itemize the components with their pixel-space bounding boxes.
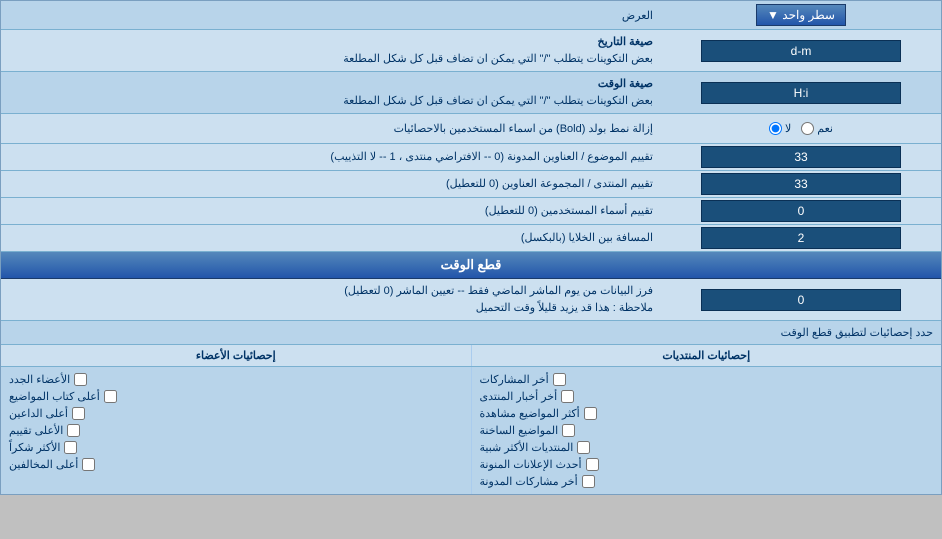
topic-sort-label: تقييم الموضوع / العناوين المدونة (0 -- ا… [1,145,661,170]
checkbox-last-posts[interactable] [553,373,566,386]
topic-sort-input-area [661,144,941,170]
checkbox-similar-forums[interactable] [577,441,590,454]
stats-col1-items: أخر المشاركات أخر أخبار المنتدى أكثر الم… [472,367,942,494]
stats-item-top-rated: الأعلى تقييم [9,422,463,439]
stats-item-last-posts: أخر المشاركات [480,371,934,388]
topic-sort-row: تقييم الموضوع / العناوين المدونة (0 -- ا… [1,144,941,171]
bold-no-option[interactable]: لا [769,122,791,135]
display-row: العرض سطر واحد ▼ [1,1,941,30]
checkbox-top-callers[interactable] [72,407,85,420]
date-format-input[interactable] [701,40,901,62]
stats-items-row: الأعضاء الجدد أعلى كتاب المواضيع أعلى ال… [1,367,941,494]
checkbox-hot-topics[interactable] [562,424,575,437]
checkbox-last-blog-posts[interactable] [582,475,595,488]
stats-col2-header: إحصائيات الأعضاء [1,345,472,366]
cell-spacing-label: المسافة بين الخلايا (بالبكسل) [1,226,661,251]
time-format-input[interactable] [701,82,901,104]
stats-item-top-callers: أعلى الداعين [9,405,463,422]
stats-item-new-members: الأعضاء الجدد [9,371,463,388]
bold-yes-radio[interactable] [801,122,814,135]
checkbox-top-rated[interactable] [67,424,80,437]
user-sort-label: تقييم أسماء المستخدمين (0 للتعطيل) [1,199,661,224]
stats-item-last-blog-posts: أخر مشاركات المدونة [480,473,934,490]
forum-sort-label: تقييم المنتدى / المجموعة العناوين (0 للت… [1,172,661,197]
stats-item-latest-announcements: أحدث الإعلانات المنونة [480,456,934,473]
stats-item-forum-news: أخر أخبار المنتدى [480,388,934,405]
stats-item-most-thanks: الأكثر شكراً [9,439,463,456]
cell-spacing-input-area [661,225,941,251]
cell-spacing-row: المسافة بين الخلايا (بالبكسل) [1,225,941,252]
user-sort-input[interactable] [701,200,901,222]
date-format-label: صيغة التاريخ بعض التكوينات يتطلب "/" الت… [1,30,661,71]
bold-yes-option[interactable]: نعم [801,122,833,135]
bold-remove-options: نعم لا [661,122,941,135]
checkbox-latest-announcements[interactable] [586,458,599,471]
stats-apply-row: حدد إحصائيات لتطبيق قطع الوقت [1,321,941,345]
forum-sort-row: تقييم المنتدى / المجموعة العناوين (0 للت… [1,171,941,198]
checkbox-most-thanks[interactable] [64,441,77,454]
bold-remove-label: إزالة نمط بولد (Bold) من اسماء المستخدمي… [1,118,661,139]
user-sort-row: تقييم أسماء المستخدمين (0 للتعطيل) [1,198,941,225]
topic-sort-input[interactable] [701,146,901,168]
stats-item-similar-forums: المنتديات الأكثر شبية [480,439,934,456]
stats-item-top-writers: أعلى كتاب المواضيع [9,388,463,405]
checkbox-top-violators[interactable] [82,458,95,471]
display-input-area: سطر واحد ▼ [661,4,941,26]
display-label: العرض [1,5,661,26]
checkbox-forum-news[interactable] [561,390,574,403]
stats-col1-header: إحصائيات المنتديات [472,345,942,366]
user-sort-input-area [661,198,941,224]
stats-item-most-viewed: أكثر المواضيع مشاهدة [480,405,934,422]
stats-item-top-violators: أعلى المخالفين [9,456,463,473]
cell-spacing-input[interactable] [701,227,901,249]
cutoff-section-header: قطع الوقت [1,252,941,279]
checkbox-new-members[interactable] [74,373,87,386]
date-format-input-area [661,38,941,64]
bold-no-radio[interactable] [769,122,782,135]
cutoff-days-label: فرز البيانات من يوم الماشر الماضي فقط --… [1,279,661,320]
stats-item-hot-topics: المواضيع الساخنة [480,422,934,439]
cutoff-days-row: فرز البيانات من يوم الماشر الماضي فقط --… [1,279,941,321]
display-dropdown[interactable]: سطر واحد ▼ [756,4,846,26]
date-format-row: صيغة التاريخ بعض التكوينات يتطلب "/" الت… [1,30,941,72]
checkbox-top-writers[interactable] [104,390,117,403]
forum-sort-input[interactable] [701,173,901,195]
stats-col-headers: إحصائيات الأعضاء إحصائيات المنتديات [1,345,941,367]
time-format-row: صيغة الوقت بعض التكوينات يتطلب "/" التي … [1,72,941,114]
checkbox-most-viewed[interactable] [584,407,597,420]
bold-remove-row: إزالة نمط بولد (Bold) من اسماء المستخدمي… [1,114,941,144]
stats-col2-items: الأعضاء الجدد أعلى كتاب المواضيع أعلى ال… [1,367,472,494]
time-format-label: صيغة الوقت بعض التكوينات يتطلب "/" التي … [1,72,661,113]
time-format-input-area [661,80,941,106]
forum-sort-input-area [661,171,941,197]
cutoff-days-input[interactable] [701,289,901,311]
cutoff-days-input-area [661,287,941,313]
